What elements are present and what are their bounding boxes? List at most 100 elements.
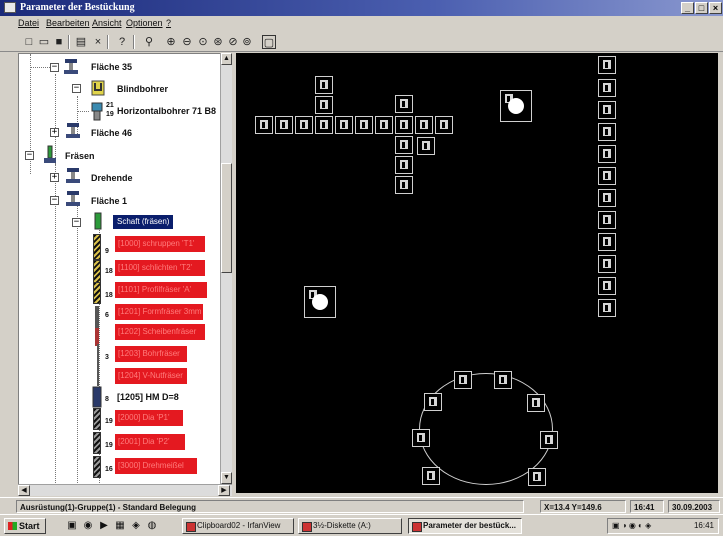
tray-icons[interactable]: ▣ ◑ ◉ ◐ ◈	[612, 519, 651, 533]
start-button[interactable]: Start	[4, 518, 46, 534]
tool-slot[interactable]	[275, 116, 293, 134]
tool-slot[interactable]	[598, 101, 616, 119]
tool-slot[interactable]	[598, 167, 616, 185]
tree-vertical-scrollbar[interactable]: ▲ ▼	[220, 53, 232, 484]
node-flaeche-1[interactable]: Fläche 1	[91, 196, 127, 206]
tool-slot[interactable]	[295, 116, 313, 134]
desktop-icon[interactable]: ▣	[66, 520, 78, 532]
menu-help[interactable]: ?	[166, 18, 171, 28]
maximize-button[interactable]: □	[695, 2, 708, 14]
tool-slot[interactable]	[255, 116, 273, 134]
tool-item[interactable]: [2001] Dia 'P2'	[115, 434, 185, 450]
scroll-down-arrow-icon[interactable]: ▼	[221, 472, 232, 484]
tool-slot[interactable]	[527, 394, 545, 412]
tool-item[interactable]: [1202] Scheibenfräser	[115, 324, 205, 340]
tool-item[interactable]: [1100] schlichten 'T2'	[115, 260, 205, 276]
zoom-window-icon[interactable]: ⊙	[196, 35, 210, 49]
tool-slot[interactable]	[598, 145, 616, 163]
tool-slot[interactable]	[395, 95, 413, 113]
tool-slot[interactable]	[422, 467, 440, 485]
tool-slot[interactable]	[540, 431, 558, 449]
zoom-in-icon[interactable]: ⊕	[164, 35, 178, 49]
tool-slot[interactable]	[598, 79, 616, 97]
tool-slot[interactable]	[454, 371, 472, 389]
node-flaeche-46[interactable]: Fläche 46	[91, 128, 132, 138]
delete-icon[interactable]: ×	[91, 35, 105, 49]
scroll-thumb[interactable]	[221, 163, 232, 273]
collapse-toggle[interactable]: −	[72, 218, 81, 227]
tool-slot[interactable]	[494, 371, 512, 389]
tool-slot[interactable]	[598, 189, 616, 207]
tool-slot[interactable]	[395, 136, 413, 154]
explorer-icon[interactable]: ▦	[114, 520, 126, 532]
tool-slot[interactable]	[598, 123, 616, 141]
menu-ansicht[interactable]: Ansicht	[92, 18, 122, 28]
tool-slot[interactable]	[335, 116, 353, 134]
tool-slot[interactable]	[598, 211, 616, 229]
tool-slot[interactable]	[395, 176, 413, 194]
new-icon[interactable]: □	[22, 35, 36, 49]
wand-icon[interactable]: ⚲	[142, 35, 156, 49]
minimize-button[interactable]: _	[681, 2, 694, 14]
tool-slot[interactable]	[598, 56, 616, 74]
tool-slot[interactable]	[598, 277, 616, 295]
node-blindbohrer[interactable]: Blindbohrer	[117, 84, 168, 94]
tool-item[interactable]: [1201] Formfräser 3mm	[115, 304, 203, 320]
menu-datei[interactable]: Datei	[18, 18, 39, 28]
app-quicklaunch-icon[interactable]: ◍	[146, 520, 158, 532]
tool-slot[interactable]	[315, 116, 333, 134]
zoom-out-icon[interactable]: ⊖	[180, 35, 194, 49]
tool-slot[interactable]	[315, 76, 333, 94]
tool-tree[interactable]: − Fläche 35 − Blindbohrer 21 19 Horizont…	[18, 53, 220, 484]
tool-slot[interactable]	[598, 299, 616, 317]
open-icon[interactable]: ▭	[37, 35, 51, 49]
expand-toggle[interactable]: +	[50, 128, 59, 137]
tool-slot[interactable]	[598, 233, 616, 251]
tool-slot[interactable]	[412, 429, 430, 447]
settings-icon[interactable]: ◈	[130, 520, 142, 532]
tool-item[interactable]: [1101] Profilfräser 'A'	[115, 282, 207, 298]
tool-slot[interactable]	[424, 393, 442, 411]
collapse-toggle[interactable]: −	[25, 151, 34, 160]
scroll-left-arrow-icon[interactable]: ◀	[18, 485, 30, 496]
select-icon[interactable]: ▢	[262, 35, 276, 49]
menu-optionen[interactable]: Optionen	[126, 18, 163, 28]
task-diskette[interactable]: 3½-Diskette (A:)	[298, 518, 402, 534]
task-irfanview[interactable]: Clipboard02 - IrfanView	[182, 518, 294, 534]
print-icon[interactable]: ▤	[74, 35, 88, 49]
media-icon[interactable]: ▶	[98, 520, 110, 532]
tool-item[interactable]: [1203] Bohrfräser	[115, 346, 187, 362]
expand-toggle[interactable]: +	[50, 173, 59, 182]
menu-bearbeiten[interactable]: Bearbeiten	[46, 18, 90, 28]
tool-slot[interactable]	[395, 116, 413, 134]
tool-slot[interactable]	[355, 116, 373, 134]
save-icon[interactable]: ■	[52, 35, 66, 49]
node-flaeche-35[interactable]: Fläche 35	[91, 62, 132, 72]
close-button[interactable]: ×	[709, 2, 722, 14]
tool-slot[interactable]	[395, 156, 413, 174]
tool-magazine-canvas[interactable]	[236, 53, 718, 493]
node-schaft[interactable]: Schaft (fräsen)	[113, 215, 174, 229]
tool-item[interactable]: [1205] HM D=8	[117, 392, 179, 402]
tree-horizontal-scrollbar[interactable]: ◀ ▶	[18, 484, 232, 496]
zoom-all-icon[interactable]: ⊚	[240, 35, 254, 49]
tool-item[interactable]: [3000] Drehmeißel	[115, 458, 197, 474]
task-parameter[interactable]: Parameter der bestück...	[408, 518, 522, 534]
taskbar-clock[interactable]: 16:41	[694, 519, 714, 533]
zoom-previous-icon[interactable]: ⊘	[226, 35, 240, 49]
collapse-toggle[interactable]: −	[50, 63, 59, 72]
scroll-up-arrow-icon[interactable]: ▲	[221, 53, 232, 65]
collapse-toggle[interactable]: −	[50, 196, 59, 205]
tool-item[interactable]: [1204] V-Nutfräser	[115, 368, 187, 384]
tool-item[interactable]: [2000] Dia 'P1'	[115, 410, 183, 426]
tool-slot[interactable]	[528, 468, 546, 486]
collapse-toggle[interactable]: −	[72, 84, 81, 93]
node-drehende[interactable]: Drehende	[91, 173, 133, 183]
node-horizontalbohrer[interactable]: Horizontalbohrer 71 B8	[117, 106, 216, 116]
tool-slot[interactable]	[375, 116, 393, 134]
tool-slot[interactable]	[598, 255, 616, 273]
tool-slot[interactable]	[435, 116, 453, 134]
browser-icon[interactable]: ◉	[82, 520, 94, 532]
tool-slot[interactable]	[415, 116, 433, 134]
node-fraesen[interactable]: Fräsen	[65, 151, 95, 161]
